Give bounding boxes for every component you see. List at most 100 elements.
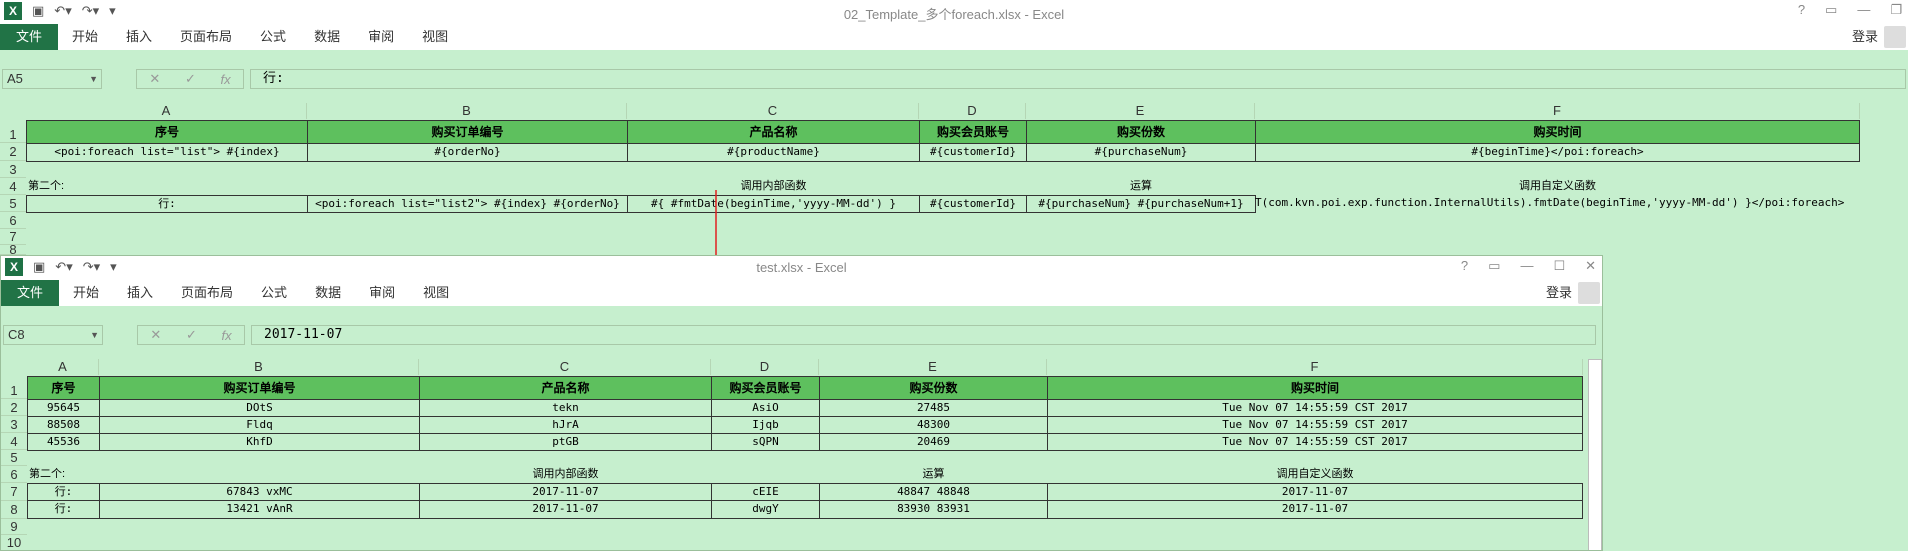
table-cell[interactable]: 行: [27, 483, 100, 501]
row-header[interactable]: 5 [1, 450, 27, 466]
tab-review[interactable]: 审阅 [368, 24, 394, 50]
column-header-c[interactable]: C [627, 103, 919, 119]
template-cell[interactable]: T(com.kvn.poi.exp.function.InternalUtils… [1255, 195, 1880, 213]
table-cell[interactable]: 2017-11-07 [1047, 483, 1583, 501]
table-cell[interactable]: 13421 vAnR [99, 501, 420, 519]
row-header[interactable]: 7 [1, 483, 27, 501]
template-cell[interactable]: #{purchaseNum} [1026, 144, 1256, 162]
confirm-icon[interactable]: ✓ [186, 327, 197, 343]
table-cell[interactable]: 88508 [27, 417, 100, 434]
cancel-icon[interactable]: ✕ [150, 327, 161, 343]
tab-file[interactable]: 文件 [0, 24, 58, 50]
section-label[interactable]: 运算 [819, 466, 1048, 483]
tab-page-layout[interactable]: 页面布局 [181, 280, 233, 306]
template-cell[interactable]: #{ #fmtDate(beginTime,'yyyy-MM-dd') } [627, 195, 920, 213]
section-label[interactable]: 第二个: [28, 178, 128, 195]
table-cell[interactable]: 83930 83931 [819, 501, 1048, 519]
section-label[interactable]: 调用内部函数 [419, 466, 712, 483]
row-header[interactable]: 3 [0, 161, 26, 178]
table-cell[interactable]: cEIE [711, 483, 820, 501]
column-header-b[interactable]: B [99, 359, 419, 375]
section-label[interactable]: 调用内部函数 [627, 178, 920, 195]
template-cell[interactable]: <poi:foreach list="list"> #{index} [26, 144, 308, 162]
header-cell[interactable]: 购买订单编号 [99, 376, 420, 400]
column-header-d[interactable]: D [711, 359, 819, 375]
maximize-icon[interactable]: ☐ [1553, 258, 1565, 274]
close-icon[interactable]: ✕ [1585, 258, 1596, 274]
header-cell[interactable]: 购买订单编号 [307, 120, 628, 144]
row-header[interactable]: 7 [0, 229, 26, 245]
table-cell[interactable]: Tue Nov 07 14:55:59 CST 2017 [1047, 434, 1583, 451]
table-cell[interactable]: 67843 vxMC [99, 483, 420, 501]
tab-insert[interactable]: 插入 [126, 24, 152, 50]
tab-insert[interactable]: 插入 [127, 280, 153, 306]
chevron-down-icon[interactable]: ▼ [89, 70, 98, 88]
row-header[interactable]: 3 [1, 416, 27, 433]
vertical-scrollbar[interactable] [1588, 359, 1602, 550]
column-header-f[interactable]: F [1255, 103, 1860, 119]
name-box[interactable]: C8 ▼ [3, 325, 103, 345]
table-cell[interactable]: DOtS [99, 400, 420, 417]
row-header[interactable]: 10 [1, 535, 27, 550]
column-header-e[interactable]: E [1026, 103, 1255, 119]
table-cell[interactable]: 2017-11-07 [419, 501, 712, 519]
row-header[interactable]: 4 [1, 433, 27, 450]
row-header[interactable]: 6 [1, 466, 27, 483]
row-header[interactable]: 8 [0, 245, 26, 255]
template-cell[interactable]: #{customerId} [919, 195, 1027, 213]
formula-input[interactable]: 行: [250, 69, 1906, 89]
column-header-e[interactable]: E [819, 359, 1047, 375]
template-cell[interactable]: #{customerId} [919, 144, 1027, 162]
table-cell[interactable]: 2017-11-07 [419, 483, 712, 501]
header-cell[interactable]: 购买份数 [819, 376, 1048, 400]
avatar[interactable] [1884, 26, 1906, 48]
column-header-a[interactable]: A [26, 103, 307, 119]
minimize-icon[interactable]: — [1857, 2, 1870, 18]
table-cell[interactable]: 48300 [819, 417, 1048, 434]
help-icon[interactable]: ? [1798, 2, 1805, 18]
table-cell[interactable]: ptGB [419, 434, 712, 451]
name-box[interactable]: A5 ▼ [2, 69, 102, 89]
help-icon[interactable]: ? [1461, 258, 1468, 274]
header-cell[interactable]: 购买时间 [1255, 120, 1860, 144]
template-cell[interactable]: 行: [26, 195, 308, 213]
table-cell[interactable]: Ijqb [711, 417, 820, 434]
header-cell[interactable]: 购买会员账号 [919, 120, 1027, 144]
tab-review[interactable]: 审阅 [369, 280, 395, 306]
row-header[interactable]: 2 [0, 143, 26, 161]
row-header[interactable]: 9 [1, 519, 27, 535]
header-cell[interactable]: 产品名称 [419, 376, 712, 400]
table-cell[interactable]: 95645 [27, 400, 100, 417]
table-cell[interactable]: AsiO [711, 400, 820, 417]
avatar[interactable] [1578, 282, 1600, 304]
column-header-a[interactable]: A [27, 359, 99, 375]
header-cell[interactable]: 序号 [27, 376, 100, 400]
row-header[interactable]: 1 [0, 121, 26, 143]
row-header[interactable]: 4 [0, 178, 26, 195]
row-header[interactable]: 8 [1, 501, 27, 519]
tab-formulas[interactable]: 公式 [260, 24, 286, 50]
header-cell[interactable]: 购买时间 [1047, 376, 1583, 400]
table-cell[interactable]: tekn [419, 400, 712, 417]
row-header[interactable]: 2 [1, 399, 27, 416]
template-cell[interactable]: #{beginTime}</poi:foreach> [1255, 144, 1860, 162]
table-cell[interactable]: hJrA [419, 417, 712, 434]
template-cell[interactable]: <poi:foreach list="list2"> #{index} #{or… [307, 195, 628, 213]
insert-function-icon[interactable]: fx [222, 328, 232, 343]
template-cell[interactable]: #{purchaseNum} #{purchaseNum+1} [1026, 195, 1256, 213]
header-cell[interactable]: 序号 [26, 120, 308, 144]
header-cell[interactable]: 购买会员账号 [711, 376, 820, 400]
column-header-b[interactable]: B [307, 103, 627, 119]
header-cell[interactable]: 产品名称 [627, 120, 920, 144]
tab-file[interactable]: 文件 [1, 280, 59, 306]
tab-view[interactable]: 视图 [423, 280, 449, 306]
tab-data[interactable]: 数据 [315, 280, 341, 306]
table-cell[interactable]: KhfD [99, 434, 420, 451]
ribbon-display-icon[interactable]: ▭ [1825, 2, 1837, 18]
column-header-f[interactable]: F [1047, 359, 1583, 375]
row-header[interactable]: 1 [1, 377, 27, 399]
login-link[interactable]: 登录 [1546, 280, 1572, 306]
table-cell[interactable]: 45536 [27, 434, 100, 451]
row-header[interactable]: 6 [0, 212, 26, 229]
header-cell[interactable]: 购买份数 [1026, 120, 1256, 144]
